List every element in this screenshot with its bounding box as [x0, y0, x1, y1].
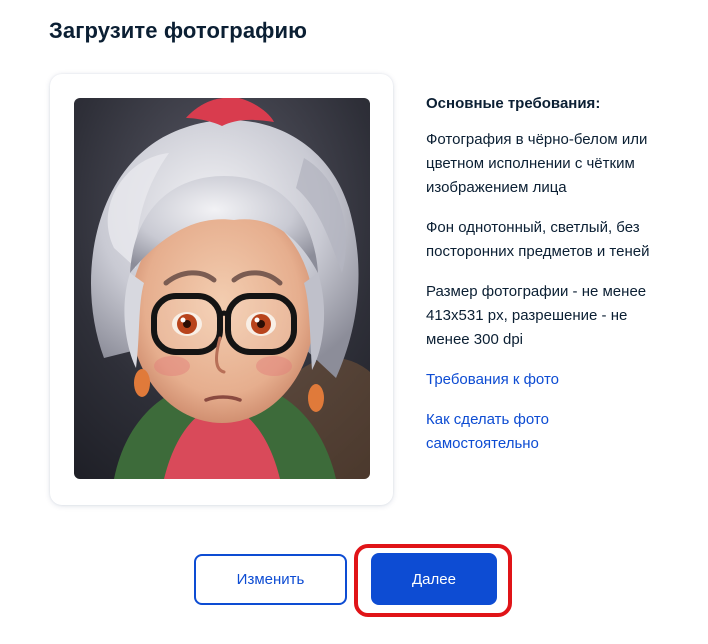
- requirement-item: Фон однотонный, светлый, без посторонних…: [426, 219, 650, 260]
- next-button[interactable]: Далее: [371, 553, 497, 605]
- how-to-take-photo-link[interactable]: Как сделать фото самостоятельно: [426, 408, 656, 456]
- requirements-panel: Основные требования: Фотография в чёрно-…: [426, 92, 656, 472]
- requirements-heading: Основные требования:: [426, 95, 601, 112]
- uploaded-photo: [74, 98, 370, 479]
- page-title: Загрузите фотографию: [49, 18, 308, 43]
- portrait-photo-icon: [74, 98, 370, 479]
- photo-card: [50, 74, 393, 505]
- change-button[interactable]: Изменить: [194, 554, 347, 605]
- requirement-item: Фотография в чёрно-белом или цветном исп…: [426, 131, 648, 196]
- photo-requirements-link[interactable]: Требования к фото: [426, 368, 656, 392]
- requirement-item: Размер фотографии - не менее 413x531 px,…: [426, 283, 647, 348]
